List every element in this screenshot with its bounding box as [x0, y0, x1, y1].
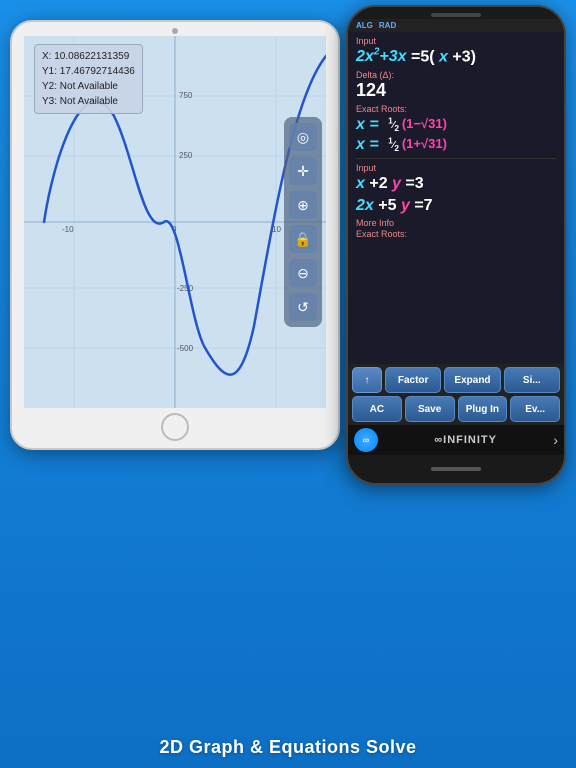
toolbar-cursor-btn[interactable]: ◎ — [289, 123, 317, 151]
roots-label-2: Exact Roots: — [356, 229, 556, 239]
graph-area: 750 250 -250 -500 -10 0 10 X: 10.0862213… — [24, 36, 326, 408]
eq3-plus: +5 — [378, 197, 396, 214]
svg-text:250: 250 — [179, 151, 193, 160]
delta-value: 124 — [356, 80, 556, 101]
tooltip-x: X: 10.08622131359 — [42, 49, 135, 64]
graph-tooltip: X: 10.08622131359 Y1: 17.46792714436 Y2:… — [34, 44, 143, 114]
plug-in-button[interactable]: Plug In — [458, 396, 508, 422]
infinity-arrow-icon[interactable]: › — [553, 432, 558, 448]
calc-buttons-area: ↑ Factor Expand Si... AC Save Plug In Ev… — [348, 364, 564, 425]
mode-rad: RAD — [379, 21, 396, 30]
toolbar-refresh-btn[interactable]: ↺ — [289, 293, 317, 321]
eq2-plus: +2 — [369, 175, 387, 192]
tooltip-y3: Y3: Not Available — [42, 94, 135, 109]
equation-1: 2x2+3x =5( x +3) — [356, 47, 556, 67]
infinity-logo: ∞ — [354, 428, 378, 452]
ac-button[interactable]: AC — [352, 396, 402, 422]
root1-expr: 1⁄2 (1−√31) — [382, 116, 447, 133]
equation-2: x +2 y =3 — [356, 174, 556, 193]
iphone-top-bar — [348, 7, 564, 19]
iphone-speaker — [431, 13, 481, 17]
ipad-home-button[interactable] — [161, 413, 189, 441]
toolbar-move-btn[interactable]: ✛ — [289, 157, 317, 185]
logo-symbol: ∞ — [363, 435, 369, 445]
eq2-y: y — [392, 175, 401, 192]
delta-label: Delta (Δ): — [356, 70, 556, 80]
svg-text:750: 750 — [179, 91, 193, 100]
eq1-part4: +3) — [452, 48, 476, 65]
svg-text:-500: -500 — [177, 344, 194, 353]
eq2-x: x — [356, 175, 365, 192]
ipad-screen: 750 250 -250 -500 -10 0 10 X: 10.0862213… — [24, 36, 326, 408]
calc-top-bar: ALG RAD — [348, 19, 564, 32]
graph-toolbar: ◎ ✛ ⊕ 🔒 ⊖ ↺ — [284, 117, 322, 327]
eq3-eq: =7 — [414, 197, 432, 214]
more-info-label: More Info — [356, 218, 556, 228]
eq1-part2: =5( — [411, 48, 435, 65]
root2-expr: 1⁄2 (1+√31) — [382, 136, 447, 153]
eq3-2x: 2x — [356, 197, 374, 214]
root2-x: x = — [356, 136, 379, 154]
root1-x: x = — [356, 116, 379, 134]
devices-container: 750 250 -250 -500 -10 0 10 X: 10.0862213… — [0, 0, 576, 700]
buttons-row-1: ↑ Factor Expand Si... — [352, 367, 560, 393]
input-label-2: Input — [356, 163, 556, 173]
section-divider — [356, 158, 556, 159]
eq3-y: y — [401, 197, 410, 214]
factor-button[interactable]: Factor — [385, 367, 441, 393]
mode-alg: ALG — [356, 21, 373, 30]
equation-3: 2x +5 y =7 — [356, 196, 556, 215]
iphone-home-indicator[interactable] — [431, 467, 481, 471]
toolbar-zoom-out-btn[interactable]: ⊖ — [289, 259, 317, 287]
tooltip-y1: Y1: 17.46792714436 — [42, 64, 135, 79]
root-line-1: x = 1⁄2 (1−√31) — [356, 116, 556, 134]
eq1-part3: x — [439, 48, 448, 65]
calculator-screen: ALG RAD Input 2x2+3x =5( x +3) Delta — [348, 19, 564, 455]
up-arrow-button[interactable]: ↑ — [352, 367, 382, 393]
input-label-1: Input — [356, 36, 556, 46]
ipad-camera — [172, 28, 178, 34]
calc-results-area: Input 2x2+3x =5( x +3) Delta (Δ): 124 Ex… — [348, 32, 564, 364]
save-button[interactable]: Save — [405, 396, 455, 422]
evaluate-button[interactable]: Ev... — [510, 396, 560, 422]
buttons-row-2: AC Save Plug In Ev... — [352, 396, 560, 422]
svg-text:-250: -250 — [177, 284, 194, 293]
calc-bottom-bar: ∞ ∞INFINITY › — [348, 425, 564, 455]
iphone-device: ALG RAD Input 2x2+3x =5( x +3) Delta — [346, 5, 566, 485]
roots-label-1: Exact Roots: — [356, 104, 556, 114]
simplify-button[interactable]: Si... — [504, 367, 560, 393]
iphone-home-bar — [348, 455, 564, 483]
toolbar-zoom-in-btn[interactable]: ⊕ — [289, 191, 317, 219]
eq2-eq: =3 — [405, 175, 423, 192]
root-line-2: x = 1⁄2 (1+√31) — [356, 136, 556, 154]
expand-button[interactable]: Expand — [444, 367, 500, 393]
eq1-part1: 2x2+3x — [356, 48, 407, 65]
iphone-screen: ALG RAD Input 2x2+3x =5( x +3) Delta — [348, 19, 564, 455]
svg-text:-10: -10 — [62, 225, 74, 234]
ipad-device: 750 250 -250 -500 -10 0 10 X: 10.0862213… — [10, 20, 340, 450]
page-caption: 2D Graph & Equations Solve — [159, 731, 416, 768]
infinity-text: ∞INFINITY — [434, 434, 497, 446]
toolbar-lock-btn[interactable]: 🔒 — [289, 225, 317, 253]
tooltip-y2: Y2: Not Available — [42, 79, 135, 94]
